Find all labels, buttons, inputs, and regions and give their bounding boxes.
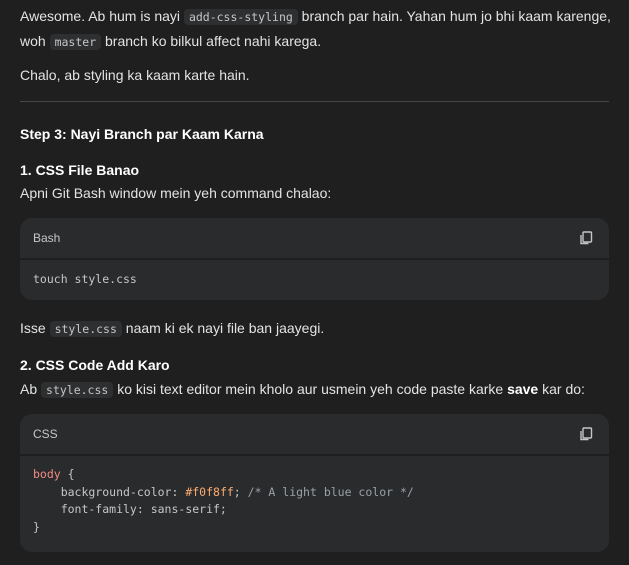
sub-text-2: Ab style.css ko kisi text editor mein kh… [20, 377, 585, 402]
sub-heading-2: 2. CSS Code Add Karo [20, 357, 170, 373]
inline-code: style.css [41, 382, 114, 398]
code-block-bash: Bash touch style.css [20, 218, 609, 300]
intro-text: branch par hain. Yahan hum jo bhi kaam k… [297, 8, 611, 24]
code-content: body { background-color: #f0f8ff; /* A l… [20, 456, 609, 548]
intro-text: Awesome. Ab hum is nayi [20, 8, 184, 24]
divider [20, 101, 609, 102]
code-language-label: Bash [33, 231, 61, 245]
intro-paragraph: Awesome. Ab hum is nayi add-css-styling … [20, 4, 620, 54]
bold-save: save [507, 381, 539, 397]
inline-code: style.css [49, 321, 122, 337]
code-token: ; [233, 484, 248, 499]
css-comment: /* A light blue color */ [247, 484, 414, 499]
copy-icon[interactable] [579, 427, 593, 441]
inline-code: master [49, 34, 102, 50]
after-text: Isse [20, 320, 50, 336]
chalo-paragraph: Chalo, ab styling ka kaam karte hain. [20, 67, 250, 83]
code-token: { [60, 467, 75, 481]
code-token: } [33, 519, 40, 534]
sub-text: Ab [20, 381, 42, 397]
sub-text: ko kisi text editor mein kholo aur usmei… [113, 381, 508, 397]
code-block-header: Bash [20, 218, 609, 258]
code-block-css: CSS body { background-color: #f0f8ff; /*… [20, 414, 609, 552]
css-property: background-color: [33, 484, 186, 499]
intro-text: woh [20, 33, 50, 49]
code-content: touch style.css [33, 272, 137, 286]
after-text: naam ki ek nayi file ban jaayegi. [121, 320, 325, 336]
css-line: font-family: sans-serif; [33, 502, 227, 516]
css-selector: body [33, 467, 61, 481]
inline-code: add-css-styling [183, 9, 298, 25]
chat-response: Awesome. Ab hum is nayi add-css-styling … [0, 0, 629, 565]
sub-heading-1: 1. CSS File Banao [20, 162, 140, 178]
step-heading: Step 3: Nayi Branch par Kaam Karna [20, 126, 264, 142]
copy-icon[interactable] [579, 231, 593, 245]
sub-text-1: Apni Git Bash window mein yeh command ch… [20, 185, 332, 201]
intro-text: branch ko bilkul affect nahi karega. [101, 33, 322, 49]
after-bash-paragraph: Isse style.css naam ki ek nayi file ban … [20, 316, 324, 341]
css-value: #f0f8ff [185, 484, 234, 499]
code-language-label: CSS [33, 427, 58, 441]
sub-text: kar do: [538, 381, 585, 397]
code-block-header: CSS [20, 414, 609, 454]
